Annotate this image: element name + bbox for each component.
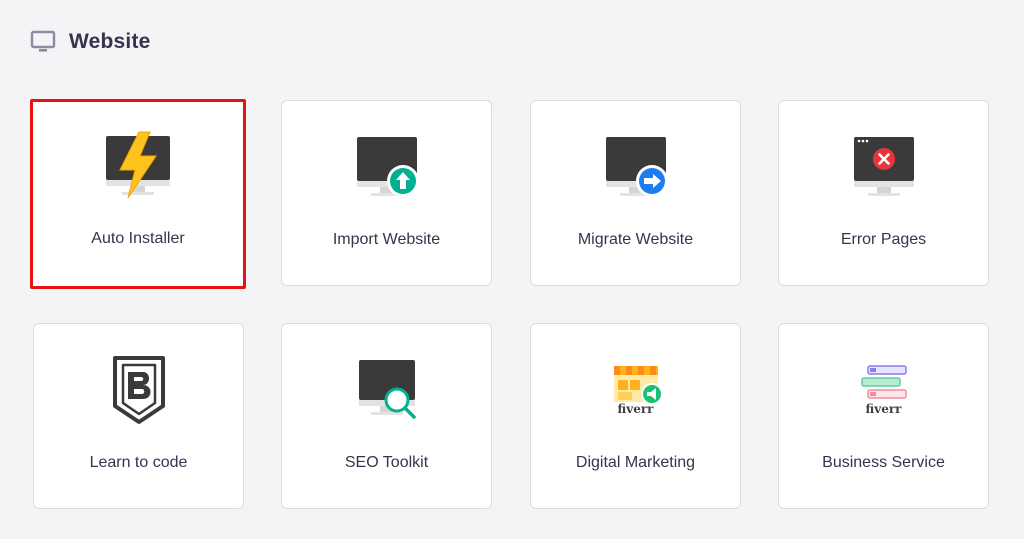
shield-b-icon bbox=[103, 354, 175, 426]
lightning-monitor-icon bbox=[102, 130, 174, 202]
card-label: Auto Installer bbox=[91, 230, 185, 247]
card-label: SEO Toolkit bbox=[344, 454, 429, 471]
card-migrate-website[interactable]: Migrate Website bbox=[530, 100, 741, 286]
card-label: Learn to code bbox=[89, 454, 188, 471]
card-error-pages[interactable]: Error Pages bbox=[778, 100, 989, 286]
monitor-upload-icon bbox=[351, 131, 423, 203]
card-digital-marketing[interactable]: fiverr Digital Marketing bbox=[530, 323, 741, 509]
card-import-website[interactable]: Import Website bbox=[281, 100, 492, 286]
monitor-arrow-right-icon bbox=[600, 131, 672, 203]
fiverr-logo-text: fiverr bbox=[617, 402, 654, 416]
card-label: Business Service bbox=[822, 454, 945, 471]
card-label: Error Pages bbox=[840, 231, 927, 248]
monitor-icon bbox=[30, 29, 56, 55]
monitor-search-icon bbox=[351, 354, 423, 426]
monitor-error-icon bbox=[848, 131, 920, 203]
card-label: Import Website bbox=[332, 231, 441, 248]
section-title: Website bbox=[69, 30, 151, 53]
card-label: Digital Marketing bbox=[575, 454, 696, 471]
card-auto-installer[interactable]: Auto Installer bbox=[30, 99, 246, 289]
section-header: Website bbox=[30, 28, 151, 56]
card-learn-to-code[interactable]: Learn to code bbox=[33, 323, 244, 509]
fiverr-logo-text: fiverr bbox=[865, 402, 902, 416]
card-business-service[interactable]: fiverr Business Service bbox=[778, 323, 989, 509]
card-seo-toolkit[interactable]: SEO Toolkit bbox=[281, 323, 492, 509]
card-label: Migrate Website bbox=[577, 231, 694, 248]
